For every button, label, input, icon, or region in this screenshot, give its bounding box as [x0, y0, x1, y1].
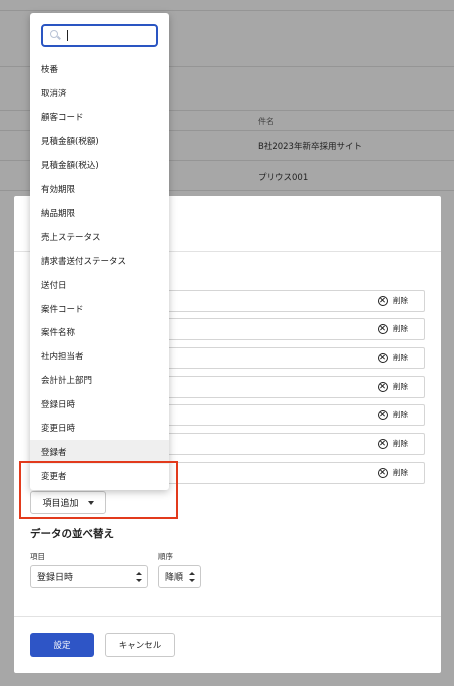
dropdown-item[interactable]: 案件名称: [30, 320, 169, 344]
delete-label: 削除: [393, 468, 408, 477]
dropdown-item[interactable]: 見積金額(税額): [30, 129, 169, 153]
delete-button[interactable]: 削除: [378, 352, 408, 363]
sort-section-title: データの並べ替え: [30, 528, 114, 540]
dropdown-item[interactable]: 案件コード: [30, 297, 169, 321]
sort-field-label: 項目: [30, 552, 45, 561]
dropdown-search-input[interactable]: [41, 24, 158, 47]
delete-label: 削除: [393, 353, 408, 362]
delete-button[interactable]: 削除: [378, 409, 408, 420]
search-icon: [50, 30, 58, 38]
delete-button[interactable]: 削除: [378, 438, 408, 449]
sort-field-value: 登録日時: [37, 573, 74, 583]
delete-label: 削除: [393, 439, 408, 448]
dropdown-item[interactable]: 取消済: [30, 81, 169, 105]
delete-label: 削除: [393, 296, 408, 305]
dropdown-item[interactable]: 有効期限: [30, 177, 169, 201]
sort-field-select[interactable]: 登録日時: [30, 565, 148, 588]
delete-button[interactable]: 削除: [378, 381, 408, 392]
dropdown-item[interactable]: 請求書送付ステータス: [30, 249, 169, 273]
item-row: 削除: [152, 318, 425, 340]
delete-label: 削除: [393, 382, 408, 391]
ok-button[interactable]: 設定: [30, 633, 94, 657]
text-cursor: [67, 30, 68, 41]
table-row[interactable]: B社2023年新卒採用サイト: [258, 140, 362, 152]
delete-button[interactable]: 削除: [378, 323, 408, 334]
delete-button[interactable]: 削除: [378, 467, 408, 478]
dropdown-item[interactable]: 社内担当者: [30, 344, 169, 368]
item-row: 削除: [152, 290, 425, 312]
close-circle-icon: [378, 467, 388, 478]
close-circle-icon: [378, 438, 388, 449]
delete-button[interactable]: 削除: [378, 295, 408, 306]
dropdown-item[interactable]: 会計計上部門: [30, 368, 169, 392]
item-row: 削除: [152, 433, 425, 455]
select-arrows-icon: [189, 572, 195, 582]
dropdown-item[interactable]: 変更日時: [30, 416, 169, 440]
dropdown-item[interactable]: 顧客コード: [30, 105, 169, 129]
field-dropdown-menu: 枝番 取消済 顧客コード 見積金額(税額) 見積金額(税込) 有効期限 納品期限…: [30, 13, 169, 490]
item-row: 削除: [152, 404, 425, 426]
dropdown-item[interactable]: 枝番: [30, 57, 169, 81]
delete-label: 削除: [393, 324, 408, 333]
table-row[interactable]: プリウス001: [258, 171, 308, 183]
highlight-annotation: [19, 461, 178, 519]
sort-order-value: 降順: [165, 573, 184, 583]
select-arrows-icon: [136, 572, 142, 582]
column-header-subject: 件名: [258, 117, 274, 126]
close-circle-icon: [378, 409, 388, 420]
close-circle-icon: [378, 381, 388, 392]
dropdown-item[interactable]: 登録日時: [30, 392, 169, 416]
close-circle-icon: [378, 295, 388, 306]
item-row: 削除: [152, 376, 425, 398]
sort-order-select[interactable]: 降順: [158, 565, 201, 588]
dropdown-item[interactable]: 納品期限: [30, 201, 169, 225]
modal-footer-divider: [14, 616, 441, 617]
delete-label: 削除: [393, 410, 408, 419]
close-circle-icon: [378, 352, 388, 363]
item-row: 削除: [152, 462, 425, 484]
dropdown-item[interactable]: 見積金額(税込): [30, 153, 169, 177]
close-circle-icon: [378, 323, 388, 334]
dropdown-item[interactable]: 売上ステータス: [30, 225, 169, 249]
background-divider: [0, 10, 454, 11]
cancel-button[interactable]: キャンセル: [105, 633, 175, 657]
item-row: 削除: [152, 347, 425, 369]
sort-order-label: 順序: [158, 552, 173, 561]
dropdown-item[interactable]: 送付日: [30, 273, 169, 297]
